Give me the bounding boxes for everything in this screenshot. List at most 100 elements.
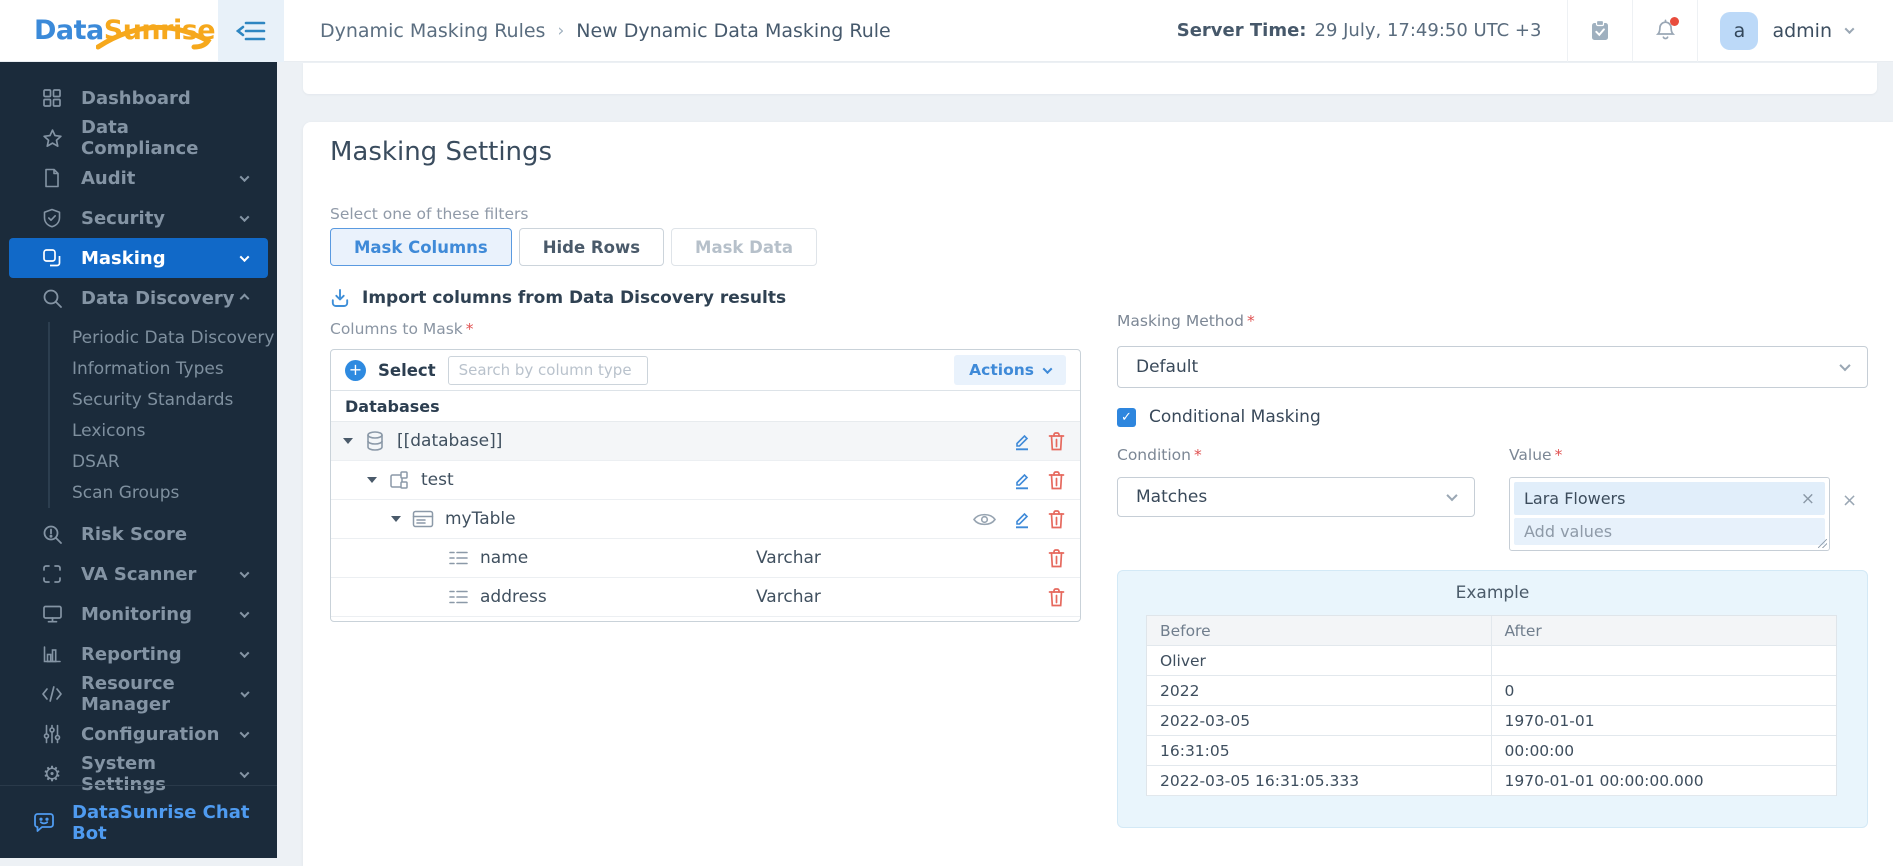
- tree-row-table[interactable]: myTable: [331, 500, 1080, 539]
- datasunrise-logo[interactable]: Data Sunrise: [0, 15, 218, 46]
- breadcrumb-item-current: New Dynamic Data Masking Rule: [576, 20, 890, 42]
- example-cell: [1492, 646, 1837, 675]
- sidebar-item-va-scanner[interactable]: VA Scanner: [9, 554, 268, 594]
- page-title: Masking Settings: [330, 137, 552, 167]
- sidebar-item-reporting[interactable]: Reporting: [9, 634, 268, 674]
- delete-icon[interactable]: [1047, 431, 1066, 452]
- example-cell: 0: [1492, 676, 1837, 705]
- edit-icon[interactable]: [1011, 430, 1033, 452]
- delete-icon[interactable]: [1047, 509, 1066, 530]
- example-cell: 00:00:00: [1492, 736, 1837, 765]
- tree-row-database[interactable]: [[database]]: [331, 422, 1080, 461]
- sidebar-item-data-discovery[interactable]: Data Discovery: [9, 278, 268, 318]
- tasks-button[interactable]: [1568, 0, 1632, 62]
- sidebar-item-dashboard[interactable]: Dashboard: [9, 78, 268, 118]
- example-cell: 2022-03-05: [1147, 706, 1492, 735]
- server-time: Server Time:29 July, 17:49:50 UTC +3: [1151, 20, 1568, 41]
- clear-values-icon[interactable]: ×: [1842, 490, 1857, 511]
- conditional-masking-checkbox-row[interactable]: ✓ Conditional Masking: [1117, 407, 1321, 427]
- required-asterisk: *: [1194, 446, 1202, 464]
- mask-columns-button[interactable]: Mask Columns: [330, 228, 512, 266]
- chevron-down-icon: [240, 648, 250, 658]
- add-values-row: [1514, 518, 1825, 545]
- sidebar-item-monitoring[interactable]: Monitoring: [9, 594, 268, 634]
- chat-bubble-icon: [32, 812, 56, 835]
- tree-row-column-name[interactable]: name Varchar: [331, 539, 1080, 578]
- sidebar-subitem-periodic-data-discovery[interactable]: Periodic Data Discovery: [72, 322, 277, 353]
- delete-icon[interactable]: [1047, 548, 1066, 569]
- condition-value: Matches: [1136, 487, 1207, 507]
- import-columns-link[interactable]: Import columns from Data Discovery resul…: [330, 288, 786, 308]
- checkbox-checked-icon[interactable]: ✓: [1117, 408, 1136, 427]
- edit-icon[interactable]: [1011, 469, 1033, 491]
- sidebar-item-data-compliance[interactable]: Data Compliance: [9, 118, 268, 158]
- chat-bot-link[interactable]: DataSunrise Chat Bot: [0, 802, 277, 844]
- sidebar-subitem-information-types[interactable]: Information Types: [72, 353, 277, 384]
- edit-icon[interactable]: [1011, 508, 1033, 530]
- caret-down-icon[interactable]: [391, 516, 401, 522]
- add-values-input[interactable]: [1514, 522, 1825, 541]
- column-datatype: Varchar: [756, 587, 821, 607]
- sidebar-subitem-dsar[interactable]: DSAR: [72, 446, 277, 477]
- sidebar-item-label: Data Discovery: [81, 288, 235, 309]
- chevron-down-icon: [240, 728, 250, 738]
- value-tag: Lara Flowers ×: [1514, 482, 1825, 515]
- breadcrumb-separator: ›: [557, 21, 564, 41]
- collapse-menu-icon: [236, 18, 266, 44]
- resize-handle[interactable]: [1818, 539, 1827, 548]
- caret-down-icon[interactable]: [343, 438, 353, 444]
- schema-icon: [387, 470, 411, 490]
- column-icon: [446, 550, 470, 566]
- masking-method-select[interactable]: Default: [1117, 346, 1868, 388]
- required-asterisk: *: [1247, 312, 1255, 330]
- example-header-after: After: [1492, 616, 1837, 645]
- delete-icon[interactable]: [1047, 587, 1066, 608]
- notifications-button[interactable]: [1633, 0, 1697, 62]
- sidebar-subitem-lexicons[interactable]: Lexicons: [72, 415, 277, 446]
- table-row: Oliver: [1147, 646, 1836, 676]
- condition-select[interactable]: Matches: [1117, 477, 1475, 517]
- breadcrumb-item-rules[interactable]: Dynamic Masking Rules: [320, 20, 545, 42]
- top-navbar: Data Sunrise Dynamic Masking Rules › New…: [0, 0, 1893, 62]
- select-label: Select: [378, 361, 436, 380]
- value-tags-input[interactable]: Lara Flowers ×: [1509, 477, 1830, 551]
- example-table-header: Before After: [1147, 616, 1836, 646]
- sidebar-item-audit[interactable]: Audit: [9, 158, 268, 198]
- tree-row-schema[interactable]: test: [331, 461, 1080, 500]
- example-cell: 2022-03-05 16:31:05.333: [1147, 766, 1492, 795]
- sidebar-item-label: Audit: [81, 168, 135, 189]
- chat-bot-label: DataSunrise Chat Bot: [72, 802, 277, 844]
- add-column-button[interactable]: +: [345, 360, 366, 381]
- sidebar-item-masking[interactable]: Masking: [9, 238, 268, 278]
- column-type-search-input[interactable]: [448, 356, 648, 385]
- shield-check-icon: [41, 207, 63, 229]
- hide-rows-button[interactable]: Hide Rows: [519, 228, 664, 266]
- chevron-down-icon: [1845, 24, 1855, 34]
- sidebar-item-resource-manager[interactable]: Resource Manager: [9, 674, 268, 714]
- star-icon: [41, 127, 63, 149]
- breadcrumb: Dynamic Masking Rules › New Dynamic Data…: [320, 20, 891, 42]
- sidebar-subitem-scan-groups[interactable]: Scan Groups: [72, 477, 277, 508]
- sidebar-item-security[interactable]: Security: [9, 198, 268, 238]
- preview-eye-icon[interactable]: [972, 511, 997, 528]
- actions-dropdown-button[interactable]: Actions: [954, 355, 1066, 385]
- tree-row-column-address[interactable]: address Varchar: [331, 578, 1080, 617]
- sidebar-subitem-security-standards[interactable]: Security Standards: [72, 384, 277, 415]
- toolbar-strip: [303, 63, 1877, 94]
- example-title: Example: [1118, 583, 1867, 603]
- chevron-down-icon: [240, 172, 250, 182]
- sidebar-item-risk-score[interactable]: Risk Score: [9, 514, 268, 554]
- delete-icon[interactable]: [1047, 470, 1066, 491]
- tree-node-label: address: [480, 587, 547, 607]
- sidebar-item-configuration[interactable]: Configuration: [9, 714, 268, 754]
- example-cell: 1970-01-01: [1492, 706, 1837, 735]
- remove-tag-icon[interactable]: ×: [1801, 489, 1815, 509]
- avatar: a: [1720, 12, 1758, 50]
- table-row: 16:31:05 00:00:00: [1147, 736, 1836, 766]
- column-datatype: Varchar: [756, 548, 821, 568]
- code-icon: [41, 683, 63, 705]
- sidebar-collapse-button[interactable]: [218, 0, 284, 62]
- value-label: Value*: [1509, 446, 1562, 464]
- caret-down-icon[interactable]: [367, 477, 377, 483]
- user-menu[interactable]: a admin: [1698, 12, 1893, 50]
